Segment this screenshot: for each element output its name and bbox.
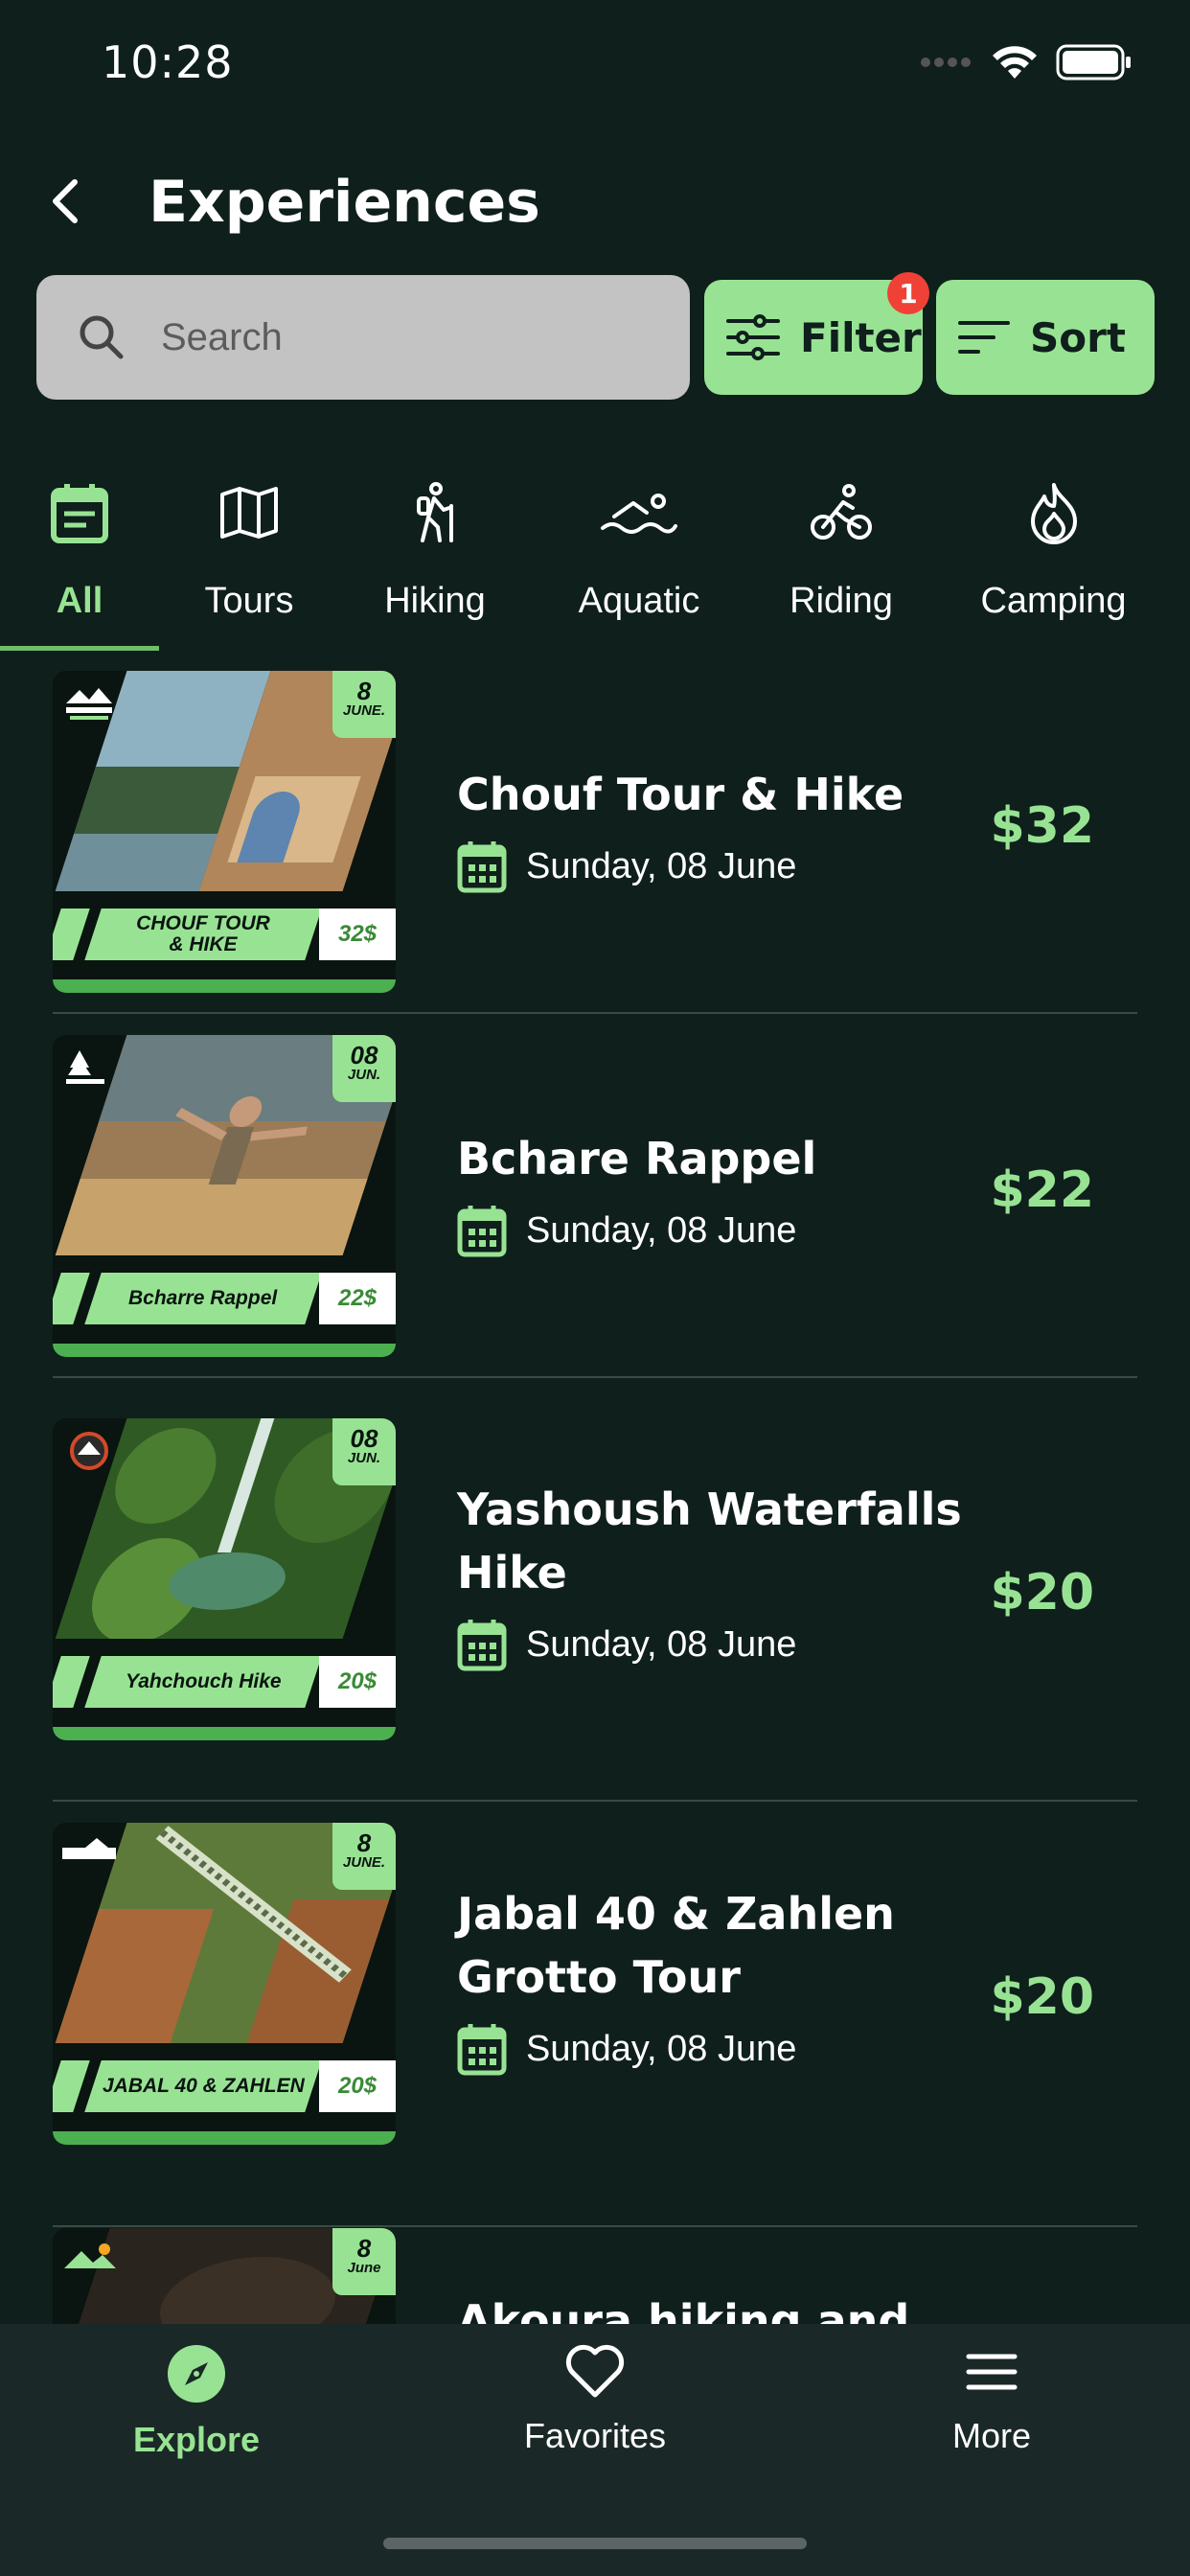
swimmer-icon: [601, 494, 677, 534]
banner-price: 20$: [319, 2060, 396, 2112]
logo-icon: [66, 1050, 104, 1084]
calendar-icon: [457, 2024, 507, 2076]
map-icon: [220, 487, 278, 539]
nav-explore[interactable]: Explore: [53, 2343, 340, 2460]
home-indicator[interactable]: [383, 2538, 807, 2549]
wifi-icon: [993, 46, 1037, 79]
calendar-icon: [457, 1620, 507, 1671]
date-tag: 8 JUNE.: [332, 671, 396, 738]
experience-item[interactable]: 08 JUN. Yahchouch Hike 20$ Yashoush Wate…: [53, 1418, 1137, 1821]
chevron-left-icon[interactable]: [38, 172, 96, 230]
sort-button[interactable]: Sort: [936, 280, 1155, 395]
logo-icon: [70, 1432, 108, 1470]
thumbnail-banner: CHOUF TOUR & HIKE 32$: [53, 908, 396, 960]
fire-icon: [1030, 483, 1077, 544]
calendar-icon: [457, 1206, 507, 1257]
sliders-icon: [726, 314, 780, 360]
category-tabs: All Tours Hiking Aquatic Riding Camping: [0, 460, 1190, 652]
cellular-icon: [921, 58, 971, 67]
menu-icon: [966, 2354, 1018, 2390]
experience-price: $20: [990, 1564, 1094, 1622]
status-time: 10:28: [102, 36, 234, 88]
date-tag: 8 JUNE.: [332, 1823, 396, 1890]
date-tag: 8 June: [332, 2228, 396, 2295]
banner-price: 22$: [319, 1273, 396, 1324]
nav-label: Favorites: [523, 2416, 667, 2455]
experience-thumbnail: 08 JUN. Bcharre Rappel 22$: [53, 1035, 396, 1357]
banner-title: JABAL 40 & ZAHLEN: [102, 2074, 305, 2097]
nav-label: More: [951, 2416, 1032, 2455]
tab-aquatic[interactable]: Aquatic: [567, 460, 711, 652]
tab-tours[interactable]: Tours: [192, 460, 307, 652]
filter-button[interactable]: Filter 1: [704, 272, 929, 395]
filter-count-badge: 1: [887, 272, 929, 314]
banner-price: 32$: [319, 908, 396, 960]
experience-price: $22: [990, 1162, 1094, 1219]
nav-favorites[interactable]: Favorites: [451, 2343, 739, 2456]
experience-date: Sunday, 08 June: [457, 1204, 796, 1257]
date-text: Sunday, 08 June: [526, 1209, 797, 1251]
header: Experiences: [0, 153, 1190, 249]
banner-title: Yahchouch Hike: [125, 1669, 282, 1692]
compass-icon: [168, 2345, 225, 2403]
date-tag: 08 JUN.: [332, 1035, 396, 1102]
filter-label: Filter: [800, 313, 922, 361]
logo-icon: [64, 2243, 116, 2268]
heart-icon: [565, 2344, 625, 2398]
tab-all[interactable]: All: [22, 460, 137, 652]
bicycle-icon: [811, 484, 872, 540]
tab-label: Hiking: [384, 581, 486, 621]
experience-title: Yashoush Waterfalls Hike: [457, 1484, 962, 1598]
thumbnail-banner: Yahchouch Hike 20$: [53, 1656, 396, 1708]
search-input[interactable]: [161, 315, 640, 359]
thumbnail-banner: JABAL 40 & ZAHLEN 20$: [53, 2060, 396, 2112]
experience-thumbnail: 8 JUNE. CHOUF TOUR & HIKE 32$: [53, 671, 396, 993]
nav-label: Explore: [132, 2420, 261, 2459]
tab-riding[interactable]: Riding: [784, 460, 899, 652]
tab-label: Tours: [204, 581, 294, 621]
experience-title: Bchare Rappel: [457, 1133, 817, 1184]
experience-date: Sunday, 08 June: [457, 1618, 796, 1671]
nav-more[interactable]: More: [848, 2343, 1135, 2456]
search-bar[interactable]: [36, 275, 690, 400]
experience-item[interactable]: 8 JUNE. CHOUF TOUR & HIKE 32$ Chouf Tour…: [53, 671, 1137, 1016]
experience-price: $32: [990, 797, 1094, 855]
date-text: Sunday, 08 June: [526, 1623, 797, 1665]
tab-label: Riding: [790, 581, 893, 621]
logo-icon: [62, 1838, 116, 1859]
tab-label: Camping: [980, 581, 1127, 621]
experience-title: Chouf Tour & Hike: [457, 769, 904, 820]
active-tab-indicator: [0, 646, 159, 651]
page-title: Experiences: [149, 169, 540, 236]
status-icons: [920, 44, 1133, 80]
tab-hiking[interactable]: Hiking: [378, 460, 492, 652]
date-tag: 08 JUN.: [332, 1418, 396, 1485]
experience-title: Jabal 40 & Zahlen Grotto Tour: [457, 1888, 895, 2003]
experience-date: Sunday, 08 June: [457, 840, 796, 893]
sort-icon: [958, 321, 1010, 354]
experience-thumbnail: 8 JUNE. JABAL 40 & ZAHLEN 20$: [53, 1823, 396, 2145]
banner-price: 20$: [319, 1656, 396, 1708]
experience-thumbnail: 08 JUN. Yahchouch Hike 20$: [53, 1418, 396, 1740]
experience-date: Sunday, 08 June: [457, 2022, 796, 2076]
hiker-icon: [417, 482, 453, 542]
calendar-list-icon: [51, 484, 108, 543]
logo-icon: [66, 688, 112, 720]
tab-label: Aquatic: [578, 581, 700, 621]
battery-icon: [1056, 44, 1131, 80]
date-text: Sunday, 08 June: [526, 2028, 797, 2069]
thumbnail-banner: Bcharre Rappel 22$: [53, 1273, 396, 1324]
experience-price: $20: [990, 1968, 1094, 2026]
status-bar: 10:28: [0, 0, 1190, 134]
experience-item[interactable]: 8 JUNE. JABAL 40 & ZAHLEN 20$ Jabal 40 &…: [53, 1823, 1137, 2227]
banner-title: Bcharre Rappel: [128, 1286, 278, 1309]
date-text: Sunday, 08 June: [526, 845, 797, 886]
banner-title: CHOUF TOUR & HIKE: [136, 911, 270, 955]
tab-label: All: [56, 581, 103, 621]
sort-label: Sort: [1030, 313, 1126, 361]
experience-item[interactable]: 08 JUN. Bcharre Rappel 22$ Bchare Rappel…: [53, 1035, 1137, 1380]
calendar-icon: [457, 841, 507, 893]
tab-camping[interactable]: Camping: [979, 460, 1128, 652]
search-icon: [80, 315, 124, 359]
